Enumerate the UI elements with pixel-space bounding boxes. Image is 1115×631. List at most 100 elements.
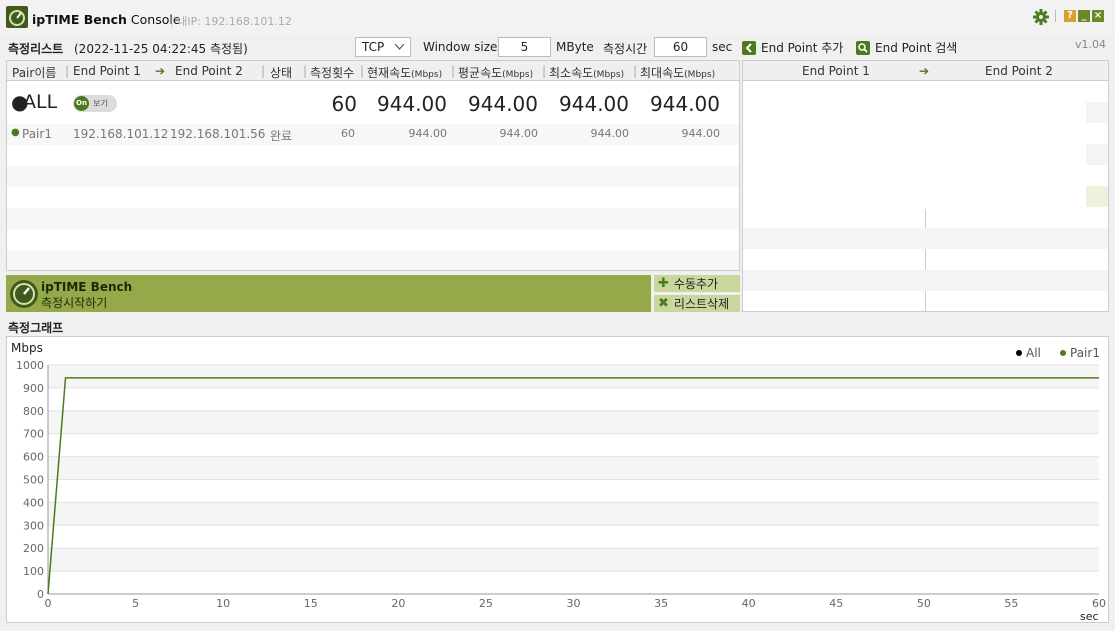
col-average[interactable]: 평균속도(Mbps) bbox=[458, 64, 533, 81]
all-count: 60 bbox=[331, 92, 357, 116]
col-count[interactable]: 측정횟수 bbox=[310, 64, 354, 81]
y-tick-label: 1000 bbox=[16, 359, 44, 372]
add-endpoint-label: End Point 추가 bbox=[761, 41, 844, 55]
endpoint2-header: End Point 2 bbox=[985, 64, 1053, 78]
divider bbox=[1055, 10, 1056, 22]
measure-timestamp: (2022-11-25 04:22:45 측정됨) bbox=[74, 42, 248, 56]
delete-list-button[interactable]: ✖ 리스트삭제 bbox=[654, 295, 740, 312]
bench-subtitle: 측정시작하기 bbox=[41, 296, 108, 310]
help-icon[interactable]: ? bbox=[1064, 10, 1076, 22]
endpoint1-header: End Point 1 bbox=[802, 64, 870, 78]
legend-all-dot bbox=[1016, 350, 1022, 356]
start-bench-button[interactable]: ipTIME Bench 측정시작하기 bbox=[6, 275, 651, 312]
y-tick-label: 700 bbox=[23, 428, 44, 441]
list-stripe bbox=[1086, 144, 1108, 165]
pair-min: 944.00 bbox=[590, 127, 630, 140]
list-stripe bbox=[743, 270, 1108, 291]
x-tick-label: 5 bbox=[132, 597, 139, 610]
minimize-icon[interactable]: _ bbox=[1078, 10, 1090, 22]
bench-gauge-icon bbox=[10, 280, 38, 308]
legend-pair1-dot bbox=[1060, 350, 1066, 356]
col-status[interactable]: 상태 bbox=[270, 64, 292, 81]
col-pair-name[interactable]: Pair이름 bbox=[12, 64, 56, 81]
endpoint-panel: End Point 1 ➔ End Point 2 bbox=[742, 60, 1109, 312]
y-axis-label: Mbps bbox=[11, 341, 43, 355]
y-tick-label: 300 bbox=[23, 519, 44, 532]
y-tick-label: 900 bbox=[23, 382, 44, 395]
window-size-input[interactable]: 5 bbox=[498, 37, 551, 57]
legend-pair1: Pair1 bbox=[1070, 346, 1100, 360]
pair-dot-icon: ● bbox=[11, 127, 20, 138]
all-min: 944.00 bbox=[559, 92, 629, 116]
empty-row bbox=[7, 208, 739, 229]
arrow-left-icon bbox=[742, 40, 756, 55]
col-max[interactable]: 최대속도(Mbps) bbox=[640, 64, 715, 81]
y-tick-label: 100 bbox=[23, 565, 44, 578]
x-tick-label: 10 bbox=[216, 597, 230, 610]
x-tick-label: 45 bbox=[829, 597, 843, 610]
search-endpoint-button[interactable]: End Point 검색 bbox=[856, 39, 957, 56]
pair-max: 944.00 bbox=[681, 127, 721, 140]
all-current: 944.00 bbox=[377, 92, 447, 116]
grid-band bbox=[48, 365, 1099, 388]
endpoint-header: End Point 1 ➔ End Point 2 bbox=[743, 61, 1108, 81]
ip-info: | 내IP: 192.168.101.12 bbox=[170, 15, 292, 28]
measure-chart: Mbps sec All Pair1 010020030040050060070… bbox=[11, 341, 1106, 622]
empty-row bbox=[7, 229, 739, 250]
pair-ep2: 192.168.101.56 bbox=[170, 127, 266, 141]
col-endpoint2[interactable]: End Point 2 bbox=[175, 64, 243, 78]
plus-icon: ✚ bbox=[658, 276, 669, 291]
add-endpoint-button[interactable]: End Point 추가 bbox=[742, 39, 843, 56]
col-endpoint1[interactable]: End Point 1 bbox=[73, 64, 141, 78]
y-tick-label: 400 bbox=[23, 496, 44, 509]
x-tick-label: 50 bbox=[917, 597, 931, 610]
window-unit: MByte bbox=[556, 40, 594, 54]
legend-all: All bbox=[1026, 346, 1041, 360]
gear-icon[interactable] bbox=[1033, 9, 1049, 25]
pair-current: 944.00 bbox=[408, 127, 448, 140]
empty-row bbox=[7, 145, 739, 166]
table-row[interactable]: ● Pair1 192.168.101.12 192.168.101.56 완료… bbox=[7, 124, 739, 145]
table-row-all[interactable]: ● ALL On 보기 60 944.00 944.00 944.00 944.… bbox=[7, 82, 739, 124]
bench-title: ipTIME Bench bbox=[41, 280, 133, 294]
grid-band bbox=[48, 410, 1099, 434]
arrow-right-icon: ➔ bbox=[919, 64, 930, 78]
close-icon: ✖ bbox=[658, 296, 669, 311]
col-min[interactable]: 최소속도(Mbps) bbox=[549, 64, 624, 81]
all-average: 944.00 bbox=[468, 92, 538, 116]
all-label: ALL bbox=[23, 91, 58, 113]
duration-input[interactable]: 60 bbox=[654, 37, 707, 57]
all-max: 944.00 bbox=[650, 92, 720, 116]
y-tick-label: 800 bbox=[23, 405, 44, 418]
search-endpoint-label: End Point 검색 bbox=[875, 41, 958, 55]
close-icon[interactable]: × bbox=[1092, 10, 1104, 22]
list-stripe bbox=[1086, 186, 1108, 207]
y-tick-label: 200 bbox=[23, 542, 44, 555]
chevron-down-icon bbox=[395, 44, 404, 50]
x-tick-label: 35 bbox=[654, 597, 668, 610]
pair-average: 944.00 bbox=[499, 127, 539, 140]
col-current[interactable]: 현재속도(Mbps) bbox=[367, 64, 442, 81]
toggle-label: 보기 bbox=[93, 99, 108, 108]
x-tick-label: 60 bbox=[1092, 597, 1106, 610]
manual-add-button[interactable]: ✚ 수동추가 bbox=[654, 275, 740, 292]
y-tick-label: 500 bbox=[23, 474, 44, 487]
list-title: 측정리스트 bbox=[8, 42, 64, 56]
view-toggle[interactable]: On 보기 bbox=[73, 95, 117, 112]
empty-row bbox=[7, 166, 739, 187]
protocol-select[interactable]: TCP bbox=[355, 37, 411, 57]
search-icon bbox=[856, 40, 870, 55]
x-tick-label: 30 bbox=[567, 597, 581, 610]
manual-add-label: 수동추가 bbox=[673, 277, 719, 291]
empty-row bbox=[7, 250, 739, 270]
duration-label: 측정시간 bbox=[603, 42, 648, 56]
pair-status: 완료 bbox=[270, 129, 293, 143]
x-tick-label: 0 bbox=[45, 597, 52, 610]
grid-band bbox=[48, 502, 1099, 526]
app-logo-icon bbox=[6, 6, 28, 28]
x-tick-label: 40 bbox=[742, 597, 756, 610]
arrow-right-icon: ➔ bbox=[155, 64, 166, 78]
x-tick-label: 25 bbox=[479, 597, 493, 610]
table-header: Pair이름 | End Point 1 ➔ End Point 2 | 상태 … bbox=[7, 61, 739, 81]
x-tick-label: 15 bbox=[304, 597, 318, 610]
